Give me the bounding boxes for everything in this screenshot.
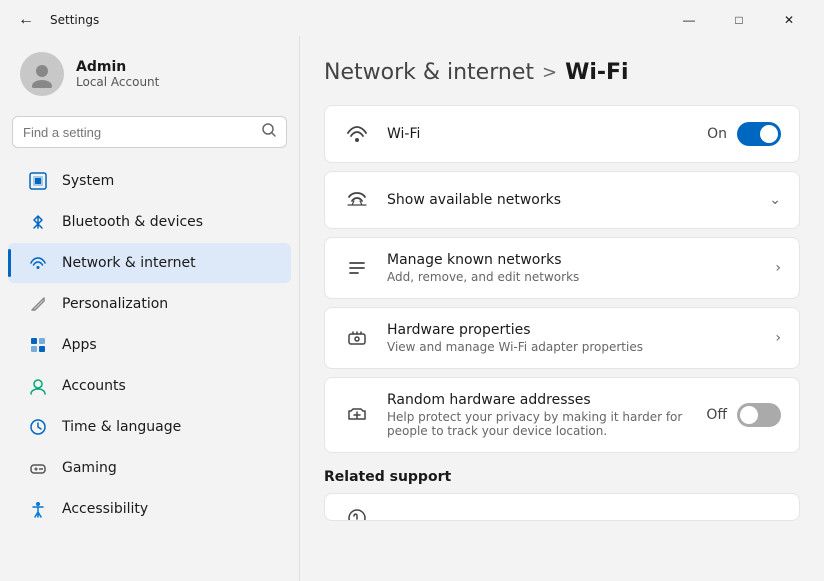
chevron-down-icon: ⌄: [769, 192, 781, 208]
user-profile: Admin Local Account: [0, 36, 299, 112]
window-controls: — □ ✕: [666, 6, 812, 34]
manage-networks-row[interactable]: Manage known networks Add, remove, and e…: [325, 238, 799, 298]
wifi-toggle-label: On: [707, 126, 727, 142]
sidebar-item-network[interactable]: Network & internet: [8, 243, 291, 283]
user-name: Admin: [76, 59, 159, 75]
app-body: Admin Local Account: [0, 36, 824, 581]
bluetooth-icon: [28, 212, 48, 232]
sidebar-item-personalization[interactable]: Personalization: [8, 284, 291, 324]
network-icon: [28, 253, 48, 273]
app-title: Settings: [50, 13, 99, 27]
user-type: Local Account: [76, 75, 159, 89]
breadcrumb-current: Wi-Fi: [565, 60, 629, 85]
show-networks-card: Show available networks ⌄: [324, 171, 800, 229]
sidebar-item-accessibility[interactable]: Accessibility: [8, 489, 291, 529]
wifi-toggle-row[interactable]: Wi-Fi On: [325, 106, 799, 162]
hardware-properties-icon: [343, 324, 371, 352]
hardware-properties-title: Hardware properties: [387, 322, 759, 338]
system-icon: [28, 171, 48, 191]
sidebar-item-label-accounts: Accounts: [62, 378, 126, 394]
sidebar-item-accounts[interactable]: Accounts: [8, 366, 291, 406]
sidebar-item-gaming[interactable]: Gaming: [8, 448, 291, 488]
show-networks-title: Show available networks: [387, 192, 753, 208]
manage-networks-card: Manage known networks Add, remove, and e…: [324, 237, 800, 299]
wifi-right: On: [707, 122, 781, 146]
hardware-properties-card: Hardware properties View and manage Wi-F…: [324, 307, 800, 369]
user-info: Admin Local Account: [76, 59, 159, 89]
sidebar-item-label-bluetooth: Bluetooth & devices: [62, 214, 203, 230]
personalization-icon: [28, 294, 48, 314]
random-hardware-icon: [343, 401, 371, 429]
chevron-right-icon: ›: [775, 260, 781, 276]
accounts-icon: [28, 376, 48, 396]
time-icon: [28, 417, 48, 437]
nav-items: System Bluetooth & devices: [0, 160, 299, 581]
accessibility-icon: [28, 499, 48, 519]
random-hardware-toggle[interactable]: [737, 403, 781, 427]
show-networks-row[interactable]: Show available networks ⌄: [325, 172, 799, 228]
avatar: [20, 52, 64, 96]
sidebar-item-label-system: System: [62, 173, 114, 189]
manage-networks-subtitle: Add, remove, and edit networks: [387, 270, 759, 284]
random-hardware-row[interactable]: Random hardware addresses Help protect y…: [325, 378, 799, 452]
main-content: Network & internet > Wi-Fi Wi-Fi On: [300, 36, 824, 581]
title-bar-left: ← Settings: [12, 9, 99, 31]
related-support-heading: Related support: [324, 469, 800, 485]
random-hardware-title: Random hardware addresses: [387, 392, 690, 408]
sidebar-item-bluetooth[interactable]: Bluetooth & devices: [8, 202, 291, 242]
search-icon: [262, 123, 276, 141]
apps-icon: [28, 335, 48, 355]
breadcrumb-parent: Network & internet: [324, 60, 534, 85]
search-box[interactable]: [12, 116, 287, 148]
sidebar-item-label-accessibility: Accessibility: [62, 501, 148, 517]
sidebar: Admin Local Account: [0, 36, 300, 581]
manage-networks-icon: [343, 254, 371, 282]
hardware-properties-row[interactable]: Hardware properties View and manage Wi-F…: [325, 308, 799, 368]
sidebar-item-label-apps: Apps: [62, 337, 97, 353]
sidebar-item-label-gaming: Gaming: [62, 460, 117, 476]
wifi-text: Wi-Fi: [387, 126, 691, 142]
sidebar-item-label-network: Network & internet: [62, 255, 196, 271]
sidebar-item-label-personalization: Personalization: [62, 296, 168, 312]
random-hardware-text: Random hardware addresses Help protect y…: [387, 392, 690, 438]
search-input[interactable]: [23, 125, 254, 140]
wifi-toggle[interactable]: [737, 122, 781, 146]
minimize-button[interactable]: —: [666, 6, 712, 34]
random-hardware-right: Off: [706, 403, 781, 427]
gaming-icon: [28, 458, 48, 478]
random-hardware-toggle-label: Off: [706, 407, 727, 423]
manage-networks-text: Manage known networks Add, remove, and e…: [387, 252, 759, 284]
hardware-properties-subtitle: View and manage Wi-Fi adapter properties: [387, 340, 759, 354]
title-bar: ← Settings — □ ✕: [0, 0, 824, 36]
hardware-properties-text: Hardware properties View and manage Wi-F…: [387, 322, 759, 354]
wifi-toggle-card: Wi-Fi On: [324, 105, 800, 163]
hardware-properties-right: ›: [775, 330, 781, 346]
show-networks-right: ⌄: [769, 192, 781, 208]
back-button[interactable]: ←: [12, 9, 40, 31]
breadcrumb: Network & internet > Wi-Fi: [324, 60, 800, 85]
maximize-button[interactable]: □: [716, 6, 762, 34]
related-support-icon: [343, 504, 371, 521]
chevron-right-icon-2: ›: [775, 330, 781, 346]
sidebar-item-apps[interactable]: Apps: [8, 325, 291, 365]
sidebar-item-system[interactable]: System: [8, 161, 291, 201]
related-support-card: [324, 493, 800, 521]
breadcrumb-separator: >: [542, 62, 557, 83]
wifi-title: Wi-Fi: [387, 126, 691, 142]
wifi-icon: [343, 120, 371, 148]
random-hardware-card: Random hardware addresses Help protect y…: [324, 377, 800, 453]
close-button[interactable]: ✕: [766, 6, 812, 34]
sidebar-item-label-time: Time & language: [62, 419, 181, 435]
manage-networks-right: ›: [775, 260, 781, 276]
manage-networks-title: Manage known networks: [387, 252, 759, 268]
sidebar-item-time[interactable]: Time & language: [8, 407, 291, 447]
show-networks-text: Show available networks: [387, 192, 753, 208]
show-networks-icon: [343, 186, 371, 214]
related-support-row[interactable]: [325, 494, 799, 521]
random-hardware-subtitle: Help protect your privacy by making it h…: [387, 410, 690, 438]
